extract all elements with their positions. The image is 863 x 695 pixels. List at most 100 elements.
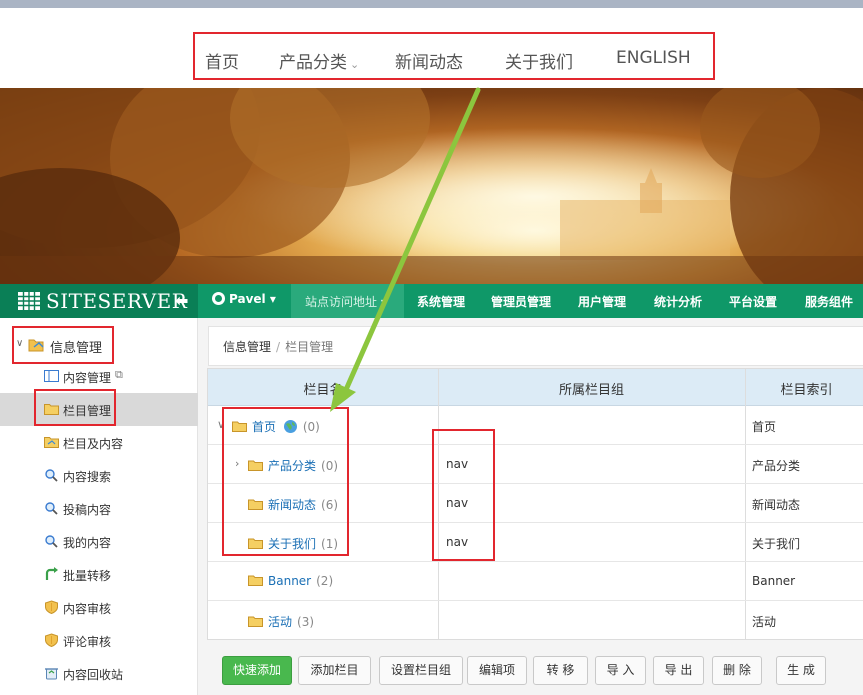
content-list-icon — [44, 370, 59, 382]
site-navigation: 首页 产品分类 ⌄ 新闻动态 关于我们 ENGLISH — [0, 8, 863, 88]
import-button[interactable]: 导 入 — [595, 656, 646, 685]
nav-item-home[interactable]: 首页 — [205, 48, 239, 73]
sidebar-root-label: 信息管理 — [50, 341, 103, 356]
site-url-label: 站点访问地址 — [305, 295, 378, 309]
main-content: 信息管理 / 栏目管理 栏目名 所属栏目组 栏目索引 ∨ 首页 (0) 首页 › 产… — [198, 318, 863, 695]
menu-stats[interactable]: 统计分析 — [654, 293, 702, 310]
caret-down-icon: ▾ — [380, 295, 387, 309]
external-link-icon[interactable]: ⧉ — [115, 368, 123, 382]
generate-button[interactable]: 生 成 — [776, 656, 826, 685]
shield-icon — [45, 600, 58, 614]
channel-group-highlight-box — [432, 429, 495, 561]
sidebar-item-label: 我的内容 — [63, 536, 112, 550]
chevron-down-icon: ∨ — [16, 338, 24, 349]
sidebar-item-content-review[interactable]: 内容审核 — [0, 591, 198, 624]
table-row: Banner (2) Banner — [208, 562, 863, 601]
edit-item-button[interactable]: 编辑项 — [467, 656, 527, 685]
banner-scene — [0, 88, 863, 286]
channel-index-cell: 新闻动态 — [752, 498, 801, 512]
column-header-index: 栏目索引 — [780, 383, 833, 398]
sidebar: ∨ 信息管理 内容管理 ⧉ 栏目管理 栏目及内容 内容搜索 投稿内容 我的内容 … — [0, 318, 198, 695]
menu-admins[interactable]: 管理员管理 — [491, 293, 551, 310]
sidebar-root-info[interactable]: ∨ 信息管理 — [12, 326, 114, 364]
globe-icon — [212, 292, 225, 305]
user-menu[interactable]: Pavel ▾ — [212, 292, 276, 306]
nav-item-news[interactable]: 新闻动态 — [395, 48, 463, 73]
set-channel-group-button[interactable]: 设置栏目组 — [379, 656, 463, 685]
search-icon — [45, 535, 58, 548]
sidebar-item-label: 内容搜索 — [63, 470, 112, 484]
sidebar-item-label: 内容管理 — [63, 371, 112, 385]
back-arrow-icon[interactable]: ⬅ — [175, 291, 188, 310]
channel-index-cell: 关于我们 — [752, 537, 801, 551]
sidebar-item-recycle-bin[interactable]: 内容回收站 — [0, 657, 198, 690]
channel-count: (2) — [316, 574, 334, 588]
nav-item-about[interactable]: 关于我们 — [505, 48, 573, 73]
chevron-down-icon: ⌄ — [350, 58, 360, 71]
search-icon — [45, 502, 58, 515]
channel-index-cell: Banner — [752, 574, 796, 588]
breadcrumb: 信息管理 / 栏目管理 — [208, 326, 863, 366]
sidebar-item-submissions[interactable]: 投稿内容 — [0, 492, 198, 525]
channel-name-cell[interactable]: 活动 (3) — [248, 613, 314, 630]
breadcrumb-separator: / — [276, 340, 281, 354]
grid-logo-icon — [18, 292, 40, 310]
folder-icon — [248, 616, 263, 627]
nav-item-products[interactable]: 产品分类 ⌄ — [279, 48, 359, 73]
menu-users[interactable]: 用户管理 — [578, 293, 626, 310]
sidebar-item-label: 栏目及内容 — [63, 437, 124, 451]
column-header-group: 所属栏目组 — [558, 383, 624, 398]
sidebar-item-comment-review[interactable]: 评论审核 — [0, 624, 198, 657]
folder-open-icon — [28, 339, 44, 352]
recycle-icon — [45, 668, 58, 680]
sidebar-item-label: 批量转移 — [63, 569, 112, 583]
channel-count: (3) — [297, 615, 315, 629]
export-button[interactable]: 导 出 — [653, 656, 704, 685]
sidebar-item-label: 内容回收站 — [63, 668, 124, 682]
logo-area: SITESERVER ⬅ — [0, 284, 198, 318]
table-header: 栏目名 所属栏目组 栏目索引 — [208, 369, 863, 406]
window-top-strip — [0, 0, 863, 8]
caret-down-icon: ▾ — [269, 292, 276, 306]
channel-names-highlight-box — [222, 407, 349, 556]
action-toolbar: 快速添加 添加栏目 设置栏目组 编辑项 转 移 导 入 导 出 删 除 生 成 — [198, 656, 863, 686]
channel-index-cell: 首页 — [752, 420, 777, 434]
channel-name-cell[interactable]: Banner (2) — [248, 574, 333, 588]
sidebar-highlight-box — [34, 389, 116, 426]
shield-icon — [45, 633, 58, 647]
nav-item-products-label: 产品分类 — [279, 53, 347, 73]
admin-header: SITESERVER ⬅ Pavel ▾ 站点访问地址 ▾ 系统管理 管理员管理… — [0, 284, 863, 318]
search-icon — [45, 469, 58, 482]
arrow-icon — [45, 567, 58, 580]
folder-icon — [44, 437, 59, 448]
sidebar-item-channels-content[interactable]: 栏目及内容 — [0, 426, 198, 459]
breadcrumb-root[interactable]: 信息管理 — [223, 340, 271, 354]
delete-button[interactable]: 删 除 — [712, 656, 762, 685]
site-banner-image — [0, 88, 863, 286]
folder-icon — [248, 575, 263, 586]
channel-name: 活动 — [268, 615, 293, 629]
breadcrumb-current: 栏目管理 — [285, 340, 334, 354]
channel-table: 栏目名 所属栏目组 栏目索引 ∨ 首页 (0) 首页 › 产品分类 (0) nav… — [207, 368, 863, 640]
channel-index-cell: 活动 — [752, 615, 777, 629]
channel-name: Banner — [268, 574, 312, 588]
quick-add-button[interactable]: 快速添加 — [222, 656, 292, 685]
sidebar-item-batch-move[interactable]: 批量转移 — [0, 558, 198, 591]
move-button[interactable]: 转 移 — [533, 656, 588, 685]
sidebar-item-my-content[interactable]: 我的内容 — [0, 525, 198, 558]
sidebar-item-label: 内容审核 — [63, 602, 112, 616]
menu-services[interactable]: 服务组件 — [805, 293, 853, 310]
logo-text: SITESERVER — [46, 289, 188, 313]
channel-index-cell: 产品分类 — [752, 459, 801, 473]
sidebar-item-label: 评论审核 — [63, 635, 112, 649]
user-name: Pavel — [229, 292, 266, 306]
menu-system[interactable]: 系统管理 — [417, 293, 465, 310]
sidebar-item-search[interactable]: 内容搜索 — [0, 459, 198, 492]
site-url-menu[interactable]: 站点访问地址 ▾ — [291, 284, 404, 318]
nav-item-english[interactable]: ENGLISH — [616, 48, 691, 68]
add-channel-button[interactable]: 添加栏目 — [298, 656, 371, 685]
sidebar-item-label: 投稿内容 — [63, 503, 112, 517]
table-row: 活动 (3) 活动 — [208, 601, 863, 639]
menu-platform[interactable]: 平台设置 — [729, 293, 777, 310]
column-header-name: 栏目名 — [303, 383, 343, 398]
